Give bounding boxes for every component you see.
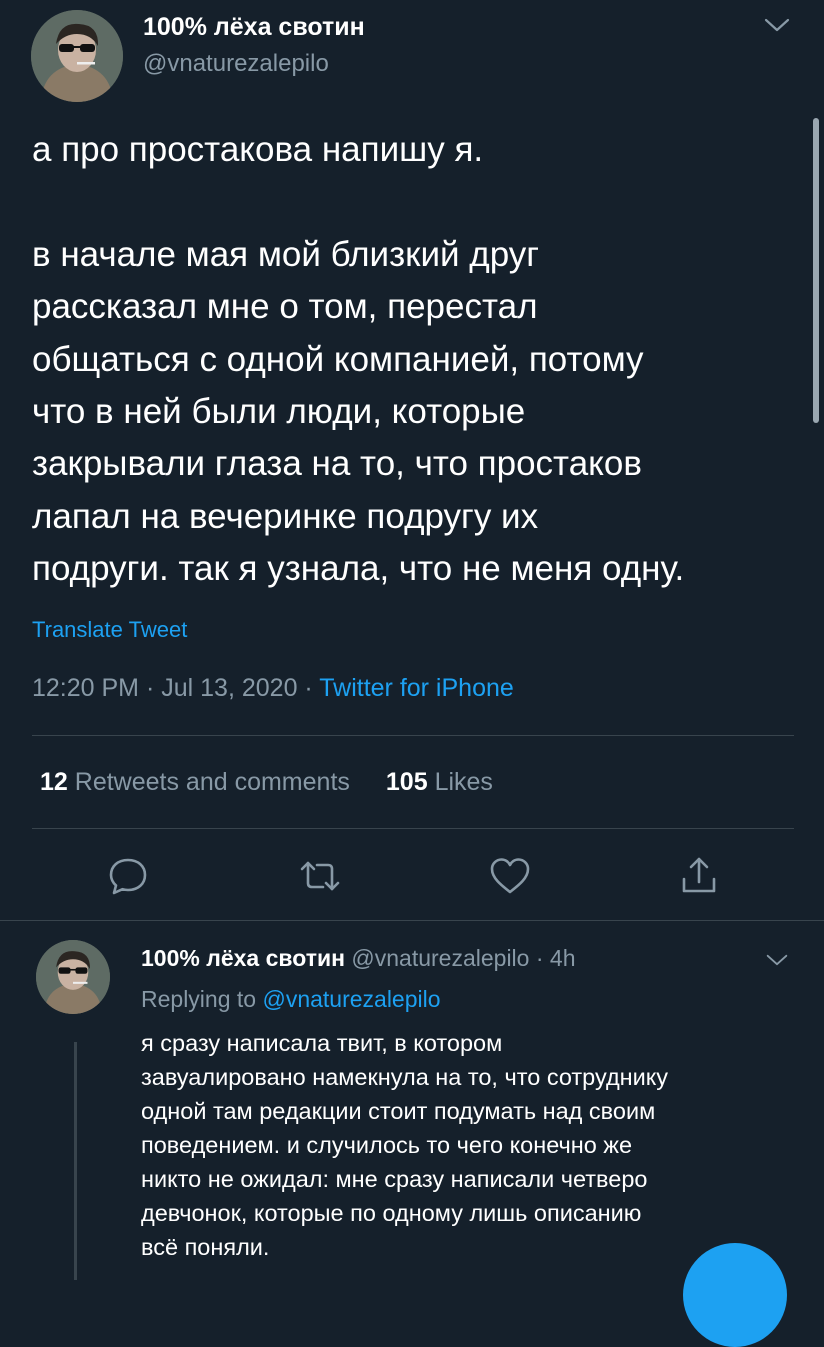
retweet-icon[interactable] xyxy=(297,853,343,899)
avatar-image xyxy=(31,10,123,102)
replying-to: Replying to @vnaturezalepilo xyxy=(141,986,441,1013)
likes-stat[interactable]: 105 Likes xyxy=(386,768,493,796)
retweets-label: Retweets and comments xyxy=(74,768,350,796)
scrollbar[interactable] xyxy=(813,118,819,423)
mention-link[interactable]: @vnaturezalepilo xyxy=(262,986,440,1012)
compose-tweet-button[interactable] xyxy=(683,1243,787,1347)
translate-tweet-link[interactable]: Translate Tweet xyxy=(32,617,187,643)
chevron-down-icon[interactable] xyxy=(764,16,790,34)
share-icon[interactable] xyxy=(676,853,722,899)
reply-header: 100% лёха свотин @vnaturezalepilo · 4h xyxy=(141,945,576,972)
divider xyxy=(32,828,794,829)
retweets-count: 12 xyxy=(40,768,68,796)
tweet-stats: 12 Retweets and comments 105 Likes xyxy=(40,768,493,797)
tweet-meta: 12:20 PM · Jul 13, 2020 · Twitter for iP… xyxy=(32,674,514,703)
display-name[interactable]: 100% лёха свотин xyxy=(141,945,345,971)
divider xyxy=(0,920,824,921)
likes-label: Likes xyxy=(434,768,493,796)
tweet-text: я сразу написала твит, в котором завуали… xyxy=(141,1030,669,1260)
likes-count: 105 xyxy=(385,768,428,796)
tweet-date: Jul 13, 2020 xyxy=(161,674,298,702)
tweet-text: а про простакова напишу я. в начале мая … xyxy=(32,130,685,589)
replying-prefix: Replying to xyxy=(141,986,257,1012)
avatar[interactable] xyxy=(31,10,123,102)
thread-line xyxy=(74,1042,77,1280)
divider xyxy=(32,735,794,736)
meta-separator: · xyxy=(535,945,544,971)
tweet-time: 4h xyxy=(549,945,576,971)
retweets-stat[interactable]: 12 Retweets and comments xyxy=(40,768,350,796)
handle[interactable]: @vnaturezalepilo xyxy=(143,50,329,78)
avatar-image xyxy=(36,940,110,1014)
comment-icon[interactable] xyxy=(105,853,151,899)
heart-icon[interactable] xyxy=(487,853,533,899)
meta-separator: · xyxy=(304,674,313,702)
meta-separator: · xyxy=(145,674,155,702)
avatar[interactable] xyxy=(36,940,110,1014)
display-name[interactable]: 100% лёха свотин xyxy=(143,13,365,42)
tweet-source-link[interactable]: Twitter for iPhone xyxy=(319,674,514,702)
tweet-time: 12:20 PM xyxy=(32,674,140,702)
chevron-down-icon[interactable] xyxy=(766,952,788,968)
handle[interactable]: @vnaturezalepilo xyxy=(351,945,529,971)
